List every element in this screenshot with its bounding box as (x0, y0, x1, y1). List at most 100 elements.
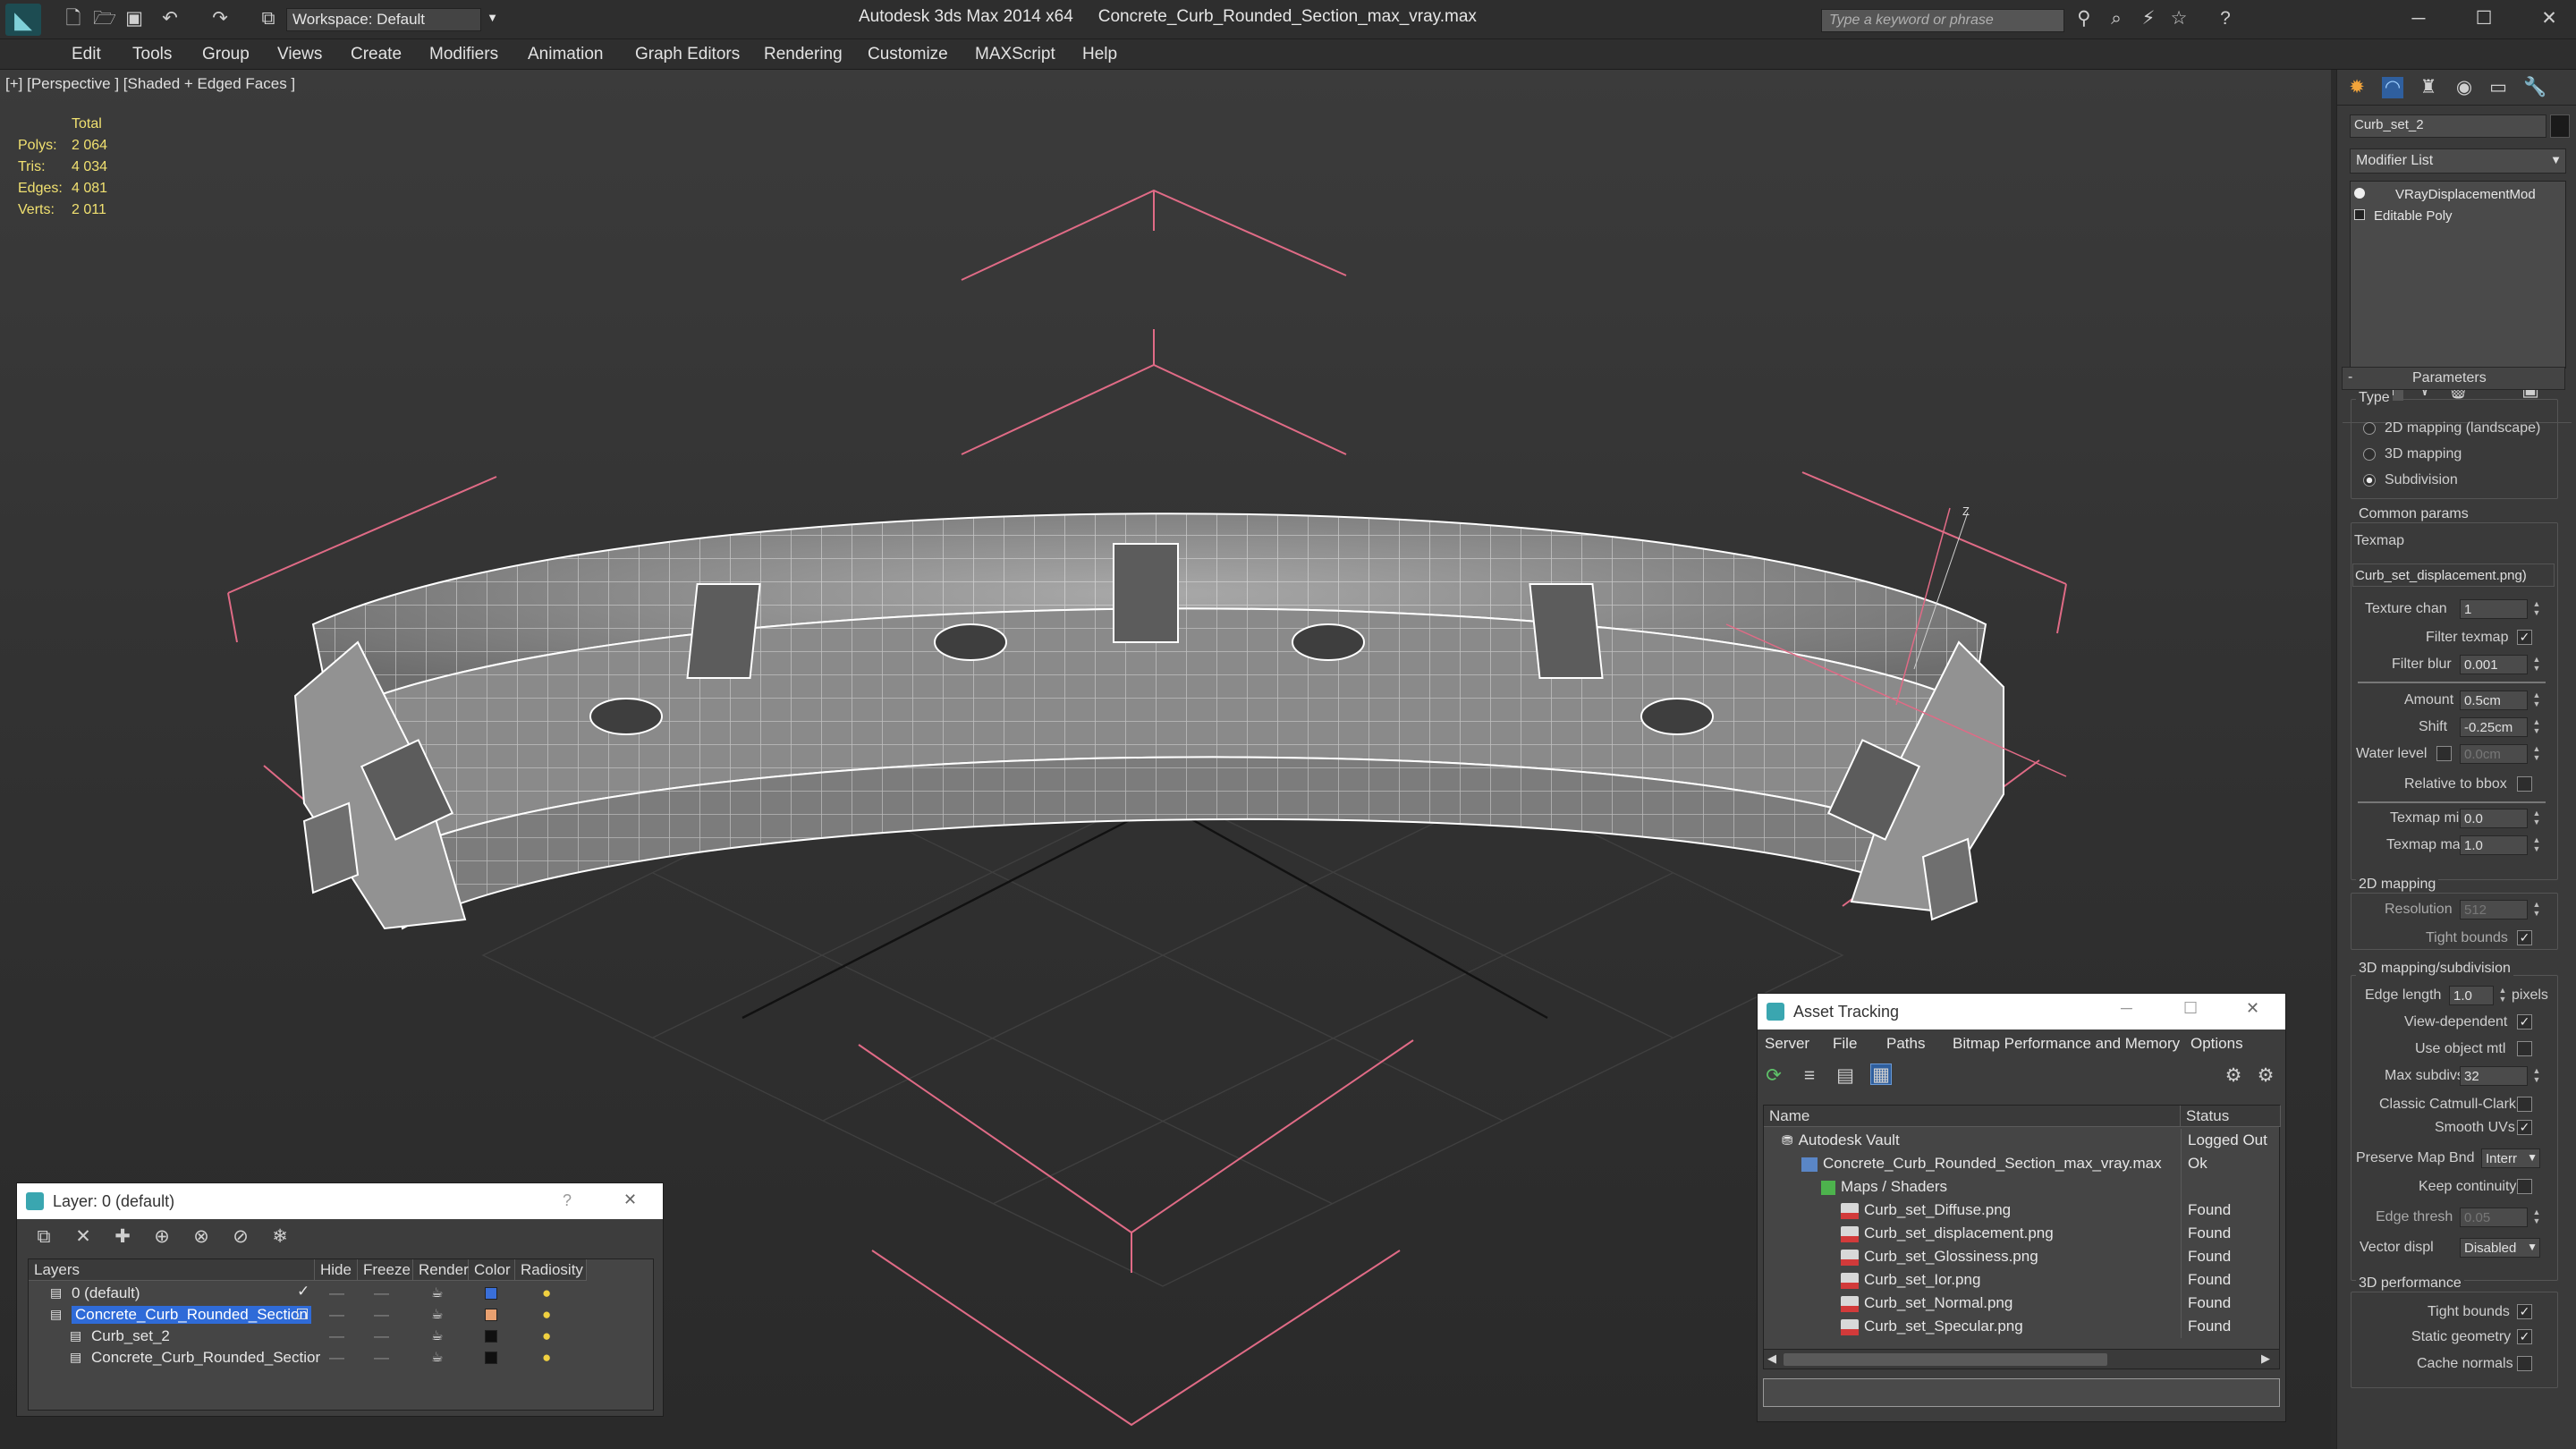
layer-name[interactable]: Concrete_Curb_Rounded_Sectior (91, 1349, 320, 1367)
radiosity-icon[interactable]: ● (542, 1284, 551, 1302)
menu-create[interactable]: Create (351, 45, 402, 64)
filter-texmap-checkbox[interactable]: ✓ (2517, 630, 2532, 645)
layer-name[interactable]: Curb_set_2 (91, 1327, 170, 1345)
asset-row[interactable]: Curb_set_Normal.png Found (1764, 1292, 2279, 1315)
hierarchy-tab-icon[interactable]: ♜ (2418, 77, 2439, 98)
asset-tracking-window[interactable]: Asset Tracking ─ ☐ ✕ Server File Paths B… (1757, 993, 2286, 1422)
asset-horizontal-scrollbar[interactable]: ◀ ▶ (1764, 1349, 2279, 1368)
menu-rendering[interactable]: Rendering (764, 45, 843, 64)
asset-row[interactable]: Concrete_Curb_Rounded_Section_max_vray.m… (1764, 1152, 2279, 1175)
vector-displ-dropdown[interactable]: Disabled ▼ (2460, 1238, 2540, 1258)
layer-color-swatch[interactable] (485, 1352, 497, 1364)
menu-tools[interactable]: Tools (132, 45, 172, 64)
vault-help-icon[interactable]: ⚙ (2223, 1065, 2244, 1087)
col-name[interactable]: Name (1764, 1106, 2181, 1127)
layer-window-titlebar[interactable]: Layer: 0 (default) ? ✕ (17, 1183, 663, 1219)
asset-row[interactable]: Curb_set_Ior.png Found (1764, 1268, 2279, 1292)
layer-row[interactable]: ▤ Concrete_Curb_Rounded_Sectior — — ☕ ● (29, 1347, 653, 1368)
add-to-layer-icon[interactable]: ✚ (112, 1226, 133, 1248)
close-icon[interactable]: ✕ (2538, 8, 2560, 30)
layer-row[interactable]: ▤ Curb_set_2 — — ☕ ● (29, 1326, 653, 1347)
menu-maxscript[interactable]: MAXScript (975, 45, 1055, 64)
layer-close-icon[interactable]: ✕ (623, 1191, 637, 1209)
create-layer-icon[interactable]: ⧉ (33, 1226, 55, 1248)
freeze-toggle[interactable]: — (374, 1327, 389, 1345)
shift-spinner[interactable]: ▲ ▼ (2531, 717, 2542, 737)
search-input[interactable]: Type a keyword or phrase (1821, 9, 2064, 32)
vault-settings-icon[interactable]: ⚙ (2255, 1065, 2276, 1087)
list-view-icon[interactable]: ≡ (1799, 1065, 1820, 1087)
stack-item-editable-poly[interactable]: Editable Poly (2354, 208, 2453, 224)
asset-minimize-icon[interactable]: ─ (2121, 999, 2132, 1018)
menu-modifiers[interactable]: Modifiers (429, 45, 498, 64)
max-subdivs-spinner[interactable]: ▲ ▼ (2531, 1066, 2542, 1086)
asset-row[interactable]: Curb_set_displacement.png Found (1764, 1222, 2279, 1245)
modifier-stack[interactable]: VRayDisplacementMod Editable Poly (2350, 181, 2566, 369)
lightbulb-icon[interactable] (2354, 188, 2365, 199)
col-radiosity[interactable]: Radiosity (515, 1259, 587, 1281)
layer-color-swatch[interactable] (485, 1287, 497, 1300)
radiosity-icon[interactable]: ● (542, 1306, 551, 1324)
layer-row[interactable]: ▤ 0 (default) — — ☕ ● ✓ (29, 1283, 653, 1304)
menu-graph-editors[interactable]: Graph Editors (635, 45, 740, 64)
utilities-tab-icon[interactable]: 🔧 (2523, 77, 2546, 98)
menu-help[interactable]: Help (1082, 45, 1117, 64)
select-objects-icon[interactable]: ⊕ (151, 1226, 173, 1248)
favorites-icon[interactable]: ☆ (2168, 8, 2190, 30)
edge-thresh-field[interactable]: 0.05 (2460, 1208, 2528, 1227)
menu-edit[interactable]: Edit (72, 45, 101, 64)
workspace-dropdown[interactable]: Workspace: Default ▼ (286, 8, 498, 31)
smooth-uvs-checkbox[interactable]: ✓ (2517, 1120, 2532, 1135)
hide-toggle[interactable]: — (329, 1349, 344, 1367)
cache-normals-checkbox[interactable] (2517, 1356, 2532, 1371)
asset-menu-file[interactable]: File (1833, 1035, 1857, 1053)
display-tab-icon[interactable]: ▭ (2487, 77, 2509, 98)
menu-customize[interactable]: Customize (868, 45, 948, 64)
layer-color-swatch[interactable] (485, 1330, 497, 1343)
help-icon[interactable]: ? (2215, 8, 2236, 30)
layer-selected-box-icon[interactable] (297, 1309, 308, 1319)
stack-item-vray-displacement[interactable]: VRayDisplacementMod (2354, 187, 2562, 207)
layer-name[interactable]: Concrete_Curb_Rounded_Section (72, 1306, 311, 1324)
modifier-list-dropdown[interactable]: Modifier List ▼ (2350, 148, 2566, 174)
use-object-mtl-checkbox[interactable] (2517, 1041, 2532, 1056)
radiosity-icon[interactable]: ● (542, 1349, 551, 1367)
minimize-icon[interactable]: ─ (2408, 8, 2429, 30)
asset-row[interactable]: Curb_set_Specular.png Found (1764, 1315, 2279, 1338)
asset-path-field[interactable] (1763, 1378, 2280, 1407)
tight-bounds-checkbox[interactable]: ✓ (2517, 1304, 2532, 1319)
scroll-right-icon[interactable]: ▶ (2261, 1352, 2270, 1366)
texmap-max-spinner[interactable]: ▲ ▼ (2531, 835, 2542, 855)
relative-to-bbox-checkbox[interactable] (2517, 776, 2532, 792)
current-layer-check-icon[interactable]: ✓ (297, 1283, 309, 1301)
render-teapot-icon[interactable]: ☕ (431, 1306, 443, 1322)
delete-layer-icon[interactable]: ✕ (72, 1226, 94, 1248)
col-render[interactable]: Render (413, 1259, 469, 1281)
thumbnail-view-icon[interactable]: ▤ (1835, 1065, 1856, 1087)
freeze-toggle[interactable]: — (374, 1306, 389, 1324)
tight-bounds-2d-checkbox[interactable]: ✓ (2517, 930, 2532, 945)
layer-list[interactable]: Layers Hide Freeze Render Color Radiosit… (28, 1258, 654, 1411)
app-logo[interactable]: ◣ (5, 4, 41, 36)
asset-close-icon[interactable]: ✕ (2246, 999, 2259, 1018)
resolution-spinner[interactable]: ▲ ▼ (2531, 900, 2542, 919)
texmap-min-spinner[interactable]: ▲ ▼ (2531, 809, 2542, 828)
create-tab-icon[interactable]: ✹ (2346, 77, 2368, 98)
asset-row[interactable]: ⛃ Autodesk Vault Logged Out (1764, 1129, 2279, 1152)
open-file-icon[interactable]: 🗁 (93, 8, 116, 30)
scroll-left-icon[interactable]: ◀ (1767, 1352, 1776, 1366)
asset-row[interactable]: Curb_set_Glossiness.png Found (1764, 1245, 2279, 1268)
col-layers[interactable]: Layers (29, 1259, 315, 1281)
highlight-selected-icon[interactable]: ⊗ (191, 1226, 212, 1248)
render-teapot-icon[interactable]: ☕ (431, 1284, 443, 1301)
view-dependent-checkbox[interactable]: ✓ (2517, 1014, 2532, 1030)
search-icon[interactable]: ⌕ (2106, 8, 2127, 30)
edge-length-spinner[interactable]: ▲ ▼ (2497, 986, 2508, 1005)
asset-row[interactable]: Maps / Shaders (1764, 1175, 2279, 1199)
project-folder-icon[interactable]: ⧉ (258, 8, 279, 30)
layer-color-swatch[interactable] (485, 1309, 497, 1321)
save-icon[interactable]: ▣ (123, 8, 145, 30)
texmap-button[interactable]: Curb_set_displacement.png) (2352, 564, 2555, 587)
collapse-icon[interactable]: - (2348, 369, 2352, 386)
hide-all-icon[interactable]: ⊘ (230, 1226, 251, 1248)
